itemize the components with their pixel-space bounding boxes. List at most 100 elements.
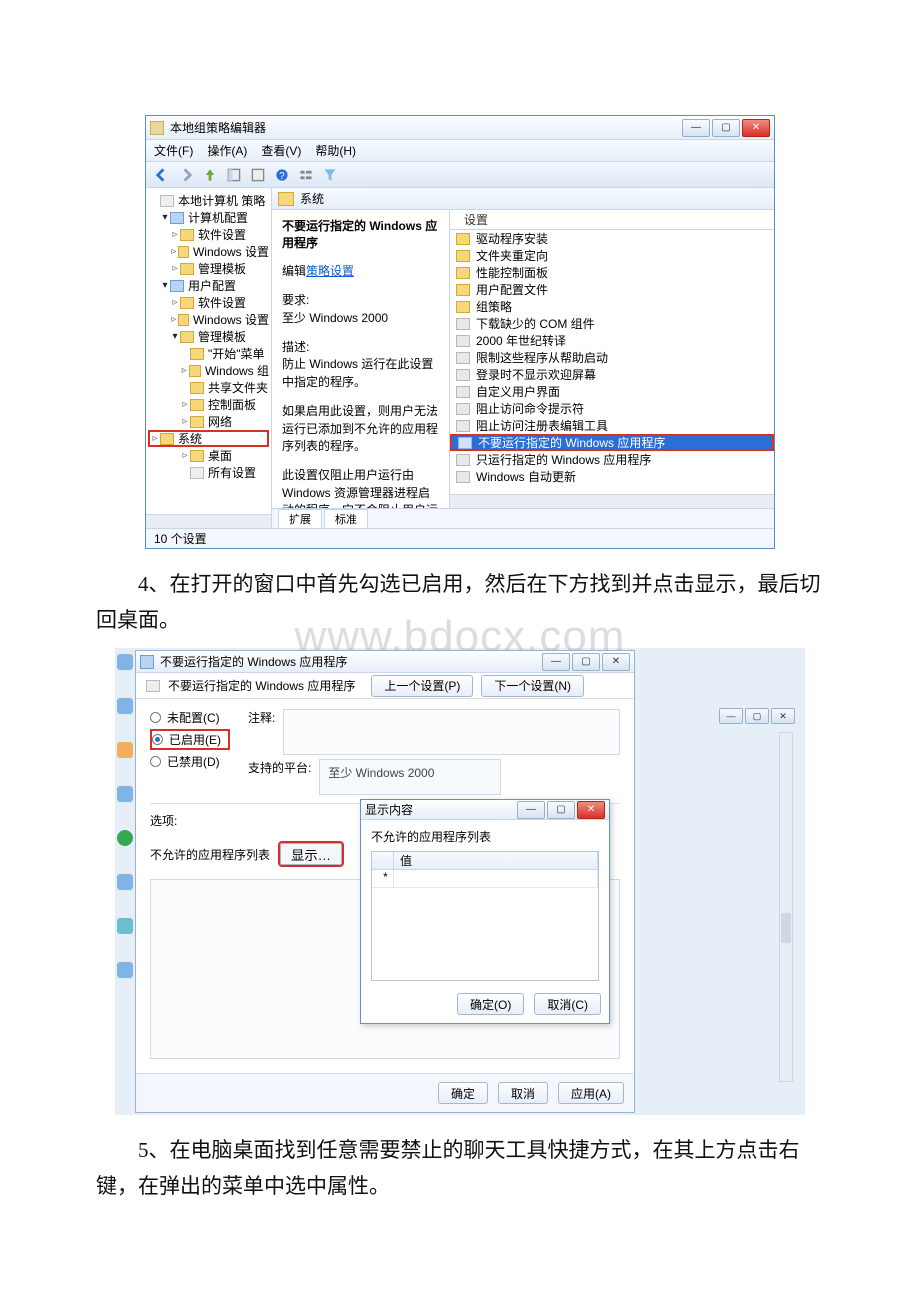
show-hide-tree-button[interactable] xyxy=(224,165,244,185)
app-icon xyxy=(140,655,154,669)
tree-item[interactable]: ▹控制面板 xyxy=(148,396,269,413)
policy-icon xyxy=(146,680,160,692)
help-icon[interactable]: ? xyxy=(272,165,292,185)
list-item[interactable]: 只运行指定的 Windows 应用程序 xyxy=(450,451,774,468)
new-row-marker[interactable]: * xyxy=(372,870,394,887)
menu-action[interactable]: 操作(A) xyxy=(207,142,247,159)
close-button[interactable]: ✕ xyxy=(742,119,770,137)
background-scrollbar[interactable] xyxy=(779,732,793,1082)
tree-item[interactable]: ▹桌面 xyxy=(148,447,269,464)
tab-standard[interactable]: 标准 xyxy=(324,509,368,528)
list-item[interactable]: 性能控制面板 xyxy=(450,264,774,281)
desktop-icon[interactable] xyxy=(117,918,133,934)
list-item[interactable]: 2000 年世纪转译 xyxy=(450,332,774,349)
svg-text:?: ? xyxy=(279,171,285,182)
status-text: 10 个设置 xyxy=(154,530,207,547)
maximize-button[interactable]: ▢ xyxy=(547,801,575,819)
settings-column-header[interactable]: 设置 xyxy=(450,210,774,230)
show-button[interactable]: 显示… xyxy=(280,843,342,865)
list-item-selected[interactable]: 不要运行指定的 Windows 应用程序 xyxy=(450,434,774,451)
desktop-icon[interactable] xyxy=(117,830,133,846)
list-item[interactable]: 自定义用户界面 xyxy=(450,383,774,400)
tree-item[interactable]: ▹软件设置 xyxy=(148,226,269,243)
ok-button[interactable]: 确定 xyxy=(438,1082,488,1104)
desktop-icon[interactable] xyxy=(117,698,133,714)
titlebar[interactable]: 显示内容 — ▢ ✕ xyxy=(361,800,609,820)
nav-tree[interactable]: 本地计算机 策略 ▾计算机配置 ▹软件设置 ▹Windows 设置 ▹管理模板 … xyxy=(146,188,272,528)
up-button[interactable] xyxy=(200,165,220,185)
forward-button[interactable] xyxy=(176,165,196,185)
list-item[interactable]: 组策略 xyxy=(450,298,774,315)
tree-item[interactable]: "开始"菜单 xyxy=(148,345,269,362)
tree-item[interactable]: ▹Windows 设置 xyxy=(148,243,269,260)
tree-root[interactable]: 本地计算机 策略 xyxy=(148,192,269,209)
minimize-button[interactable]: — xyxy=(719,708,743,724)
menu-help[interactable]: 帮助(H) xyxy=(315,142,356,159)
prev-setting-button[interactable]: 上一个设置(P) xyxy=(371,675,473,697)
view-button[interactable] xyxy=(296,165,316,185)
list-item[interactable]: 文件夹重定向 xyxy=(450,247,774,264)
tab-extended[interactable]: 扩展 xyxy=(278,509,322,528)
minimize-button[interactable]: — xyxy=(517,801,545,819)
close-button[interactable]: ✕ xyxy=(602,653,630,671)
value-cell[interactable] xyxy=(394,870,598,887)
list-scrollbar[interactable] xyxy=(450,494,774,508)
back-button[interactable] xyxy=(152,165,172,185)
tree-system[interactable]: ▹系统 xyxy=(148,430,269,447)
close-button[interactable]: ✕ xyxy=(577,801,605,819)
tree-item[interactable]: ▹软件设置 xyxy=(148,294,269,311)
filter-icon[interactable] xyxy=(320,165,340,185)
apply-button[interactable]: 应用(A) xyxy=(558,1082,624,1104)
list-item[interactable]: 阻止访问注册表编辑工具 xyxy=(450,417,774,434)
list-item[interactable]: Windows 自动更新 xyxy=(450,468,774,485)
tree-scrollbar[interactable] xyxy=(146,514,271,528)
tree-item[interactable]: 所有设置 xyxy=(148,464,269,481)
modal-ok-button[interactable]: 确定(O) xyxy=(457,993,524,1015)
list-item[interactable]: 限制这些程序从帮助启动 xyxy=(450,349,774,366)
value-table[interactable]: 值 * xyxy=(371,851,599,981)
menu-view[interactable]: 查看(V) xyxy=(261,142,301,159)
desktop-icon[interactable] xyxy=(117,962,133,978)
tree-admin-templates[interactable]: ▾管理模板 xyxy=(148,328,269,345)
desktop-icon[interactable] xyxy=(117,786,133,802)
titlebar[interactable]: 本地组策略编辑器 — ▢ ✕ xyxy=(146,116,774,140)
modal-cancel-button[interactable]: 取消(C) xyxy=(534,993,601,1015)
next-setting-button[interactable]: 下一个设置(N) xyxy=(481,675,584,697)
maximize-button[interactable]: ▢ xyxy=(572,653,600,671)
list-item[interactable]: 下载缺少的 COM 组件 xyxy=(450,315,774,332)
tree-item[interactable]: ▹管理模板 xyxy=(148,260,269,277)
dialog-footer: 确定 取消 应用(A) xyxy=(136,1073,634,1112)
list-item[interactable]: 用户配置文件 xyxy=(450,281,774,298)
edit-policy-link[interactable]: 策略设置 xyxy=(306,264,354,278)
radio-disabled[interactable]: 已禁用(D) xyxy=(150,753,230,770)
titlebar[interactable]: 不要运行指定的 Windows 应用程序 — ▢ ✕ xyxy=(136,651,634,673)
tree-user-config[interactable]: ▾用户配置 xyxy=(148,277,269,294)
tree-item[interactable]: ▹Windows 设置 xyxy=(148,311,269,328)
cancel-button[interactable]: 取消 xyxy=(498,1082,548,1104)
tree-item[interactable]: 共享文件夹 xyxy=(148,379,269,396)
close-button[interactable]: ✕ xyxy=(771,708,795,724)
maximize-button[interactable]: ▢ xyxy=(712,119,740,137)
list-item[interactable]: 阻止访问命令提示符 xyxy=(450,400,774,417)
desc-p1: 防止 Windows 运行在此设置中指定的程序。 xyxy=(282,356,439,391)
list-item[interactable]: 登录时不显示欢迎屏幕 xyxy=(450,366,774,383)
app-icon xyxy=(150,121,164,135)
desktop-icon[interactable] xyxy=(117,654,133,670)
menu-file[interactable]: 文件(F) xyxy=(154,142,193,159)
minimize-button[interactable]: — xyxy=(682,119,710,137)
properties-button[interactable] xyxy=(248,165,268,185)
tree-item[interactable]: ▹网络 xyxy=(148,413,269,430)
radio-not-configured[interactable]: 未配置(C) xyxy=(150,709,230,726)
col-value[interactable]: 值 xyxy=(394,852,598,869)
desktop-icon[interactable] xyxy=(117,874,133,890)
desktop-icon[interactable] xyxy=(117,742,133,758)
tree-computer-config[interactable]: ▾计算机配置 xyxy=(148,209,269,226)
maximize-button[interactable]: ▢ xyxy=(745,708,769,724)
tree-item[interactable]: ▹Windows 组 xyxy=(148,362,269,379)
radio-enabled[interactable]: 已启用(E) xyxy=(150,729,230,750)
comment-textarea[interactable] xyxy=(283,709,620,755)
minimize-button[interactable]: — xyxy=(542,653,570,671)
supported-value: 至少 Windows 2000 xyxy=(319,759,501,795)
settings-list[interactable]: 驱动程序安装 文件夹重定向 性能控制面板 用户配置文件 组策略 下载缺少的 CO… xyxy=(450,230,774,494)
list-item[interactable]: 驱动程序安装 xyxy=(450,230,774,247)
